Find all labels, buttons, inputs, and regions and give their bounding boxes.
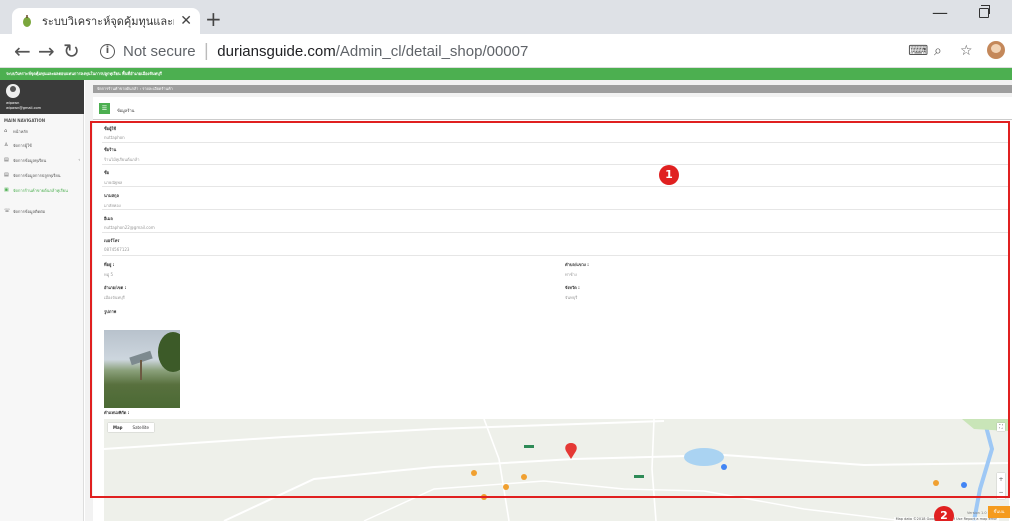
user-avatar-icon xyxy=(6,84,20,98)
browser-tabstrip: ระบบวิเคราะห์จุดคุ้มทุนและผลตอบแทน ✕ + — xyxy=(0,0,1012,34)
forward-icon[interactable]: → xyxy=(38,39,55,63)
app-title: ระบบวิเคราะห์จุดคุ้มทุนและผลตอบแทนการลงท… xyxy=(6,71,162,76)
sidebar-item-label: จัดการข้อมูลติดต่อ xyxy=(13,209,46,214)
durian-favicon-icon xyxy=(23,15,31,27)
nav-title: MAIN NAVIGATION xyxy=(4,118,46,123)
profile-avatar-icon[interactable] xyxy=(987,41,1005,59)
close-tab-icon[interactable]: ✕ xyxy=(180,13,192,29)
restore-window-icon[interactable] xyxy=(979,5,990,18)
zoom-icon[interactable]: ⌕ xyxy=(934,43,942,59)
user-icon: ♙ xyxy=(4,142,9,148)
user-name: wipawn xyxy=(6,101,20,105)
sidebar-item-users[interactable]: ♙ จัดการผู้ใช้ xyxy=(4,142,80,149)
annotation-box-1 xyxy=(90,121,1010,498)
sidebar: wipawn wipawn@gmail.com MAIN NAVIGATION … xyxy=(0,80,84,521)
url-separator: | xyxy=(203,41,210,61)
sidebar-item-label: จัดการข้อมูลทุเรียน xyxy=(13,158,47,163)
sidebar-item-label: หน้าหลัก xyxy=(13,129,29,134)
annotation-badge-1: 1 xyxy=(659,165,679,185)
sidebar-item-durian-data[interactable]: ▤ จัดการข้อมูลทุเรียน ‹ xyxy=(4,157,80,164)
user-email: wipawn@gmail.com xyxy=(6,106,42,110)
sidebar-item-label: จัดการร้านค้าขายต้นกล้าทุเรียน xyxy=(13,188,68,193)
chevron-left-icon: ‹ xyxy=(78,157,80,162)
list-icon: ▤ xyxy=(4,157,9,163)
info-icon[interactable]: i xyxy=(100,43,115,59)
card-title: ข้อมูลร้าน xyxy=(117,108,135,113)
breadcrumb-text: จัดการร้านค้าขายต้นกล้า › รายละเอียดร้าน… xyxy=(97,86,173,91)
translate-icon[interactable]: ⌨ xyxy=(908,43,928,59)
address-bar[interactable]: i Not secure | duriansguide.com /Admin_c… xyxy=(90,38,910,64)
divider xyxy=(93,119,1012,120)
app-header: ระบบวิเคราะห์จุดคุ้มทุนและผลตอบแทนการลงท… xyxy=(0,68,1012,80)
bookmark-star-icon[interactable]: ☆ xyxy=(960,43,973,59)
scroll-top-button[interactable]: ขึ้นบน xyxy=(988,506,1010,518)
sidebar-item-contact[interactable]: ☏ จัดการข้อมูลติดต่อ xyxy=(4,208,80,215)
breadcrumb: จัดการร้านค้าขายต้นกล้า › รายละเอียดร้าน… xyxy=(93,85,1012,93)
sidebar-item-shops[interactable]: ▣ จัดการร้านค้าขายต้นกล้าทุเรียน xyxy=(4,187,80,194)
back-icon[interactable]: ← xyxy=(14,39,31,63)
new-tab-icon[interactable]: + xyxy=(205,7,222,31)
security-indicator: Not secure xyxy=(123,42,196,60)
browser-tab[interactable]: ระบบวิเคราะห์จุดคุ้มทุนและผลตอบแทน ✕ xyxy=(12,8,200,34)
url-path: /Admin_cl/detail_shop/00007 xyxy=(335,42,529,60)
sidebar-item-planting-data[interactable]: ▤ จัดการข้อมูลการปลูกทุเรียน xyxy=(4,172,80,179)
footer-version: Version 1.0 xyxy=(967,511,987,515)
tab-title: ระบบวิเคราะห์จุดคุ้มทุนและผลตอบแทน xyxy=(42,15,174,28)
store-icon: ▣ xyxy=(4,187,9,193)
sidebar-item-label: จัดการผู้ใช้ xyxy=(13,143,32,148)
url-host: duriansguide.com xyxy=(217,42,336,60)
sidebar-item-home[interactable]: ⌂ หน้าหลัก xyxy=(4,128,80,135)
home-icon: ⌂ xyxy=(4,128,8,134)
browser-toolbar: ← → ↻ i Not secure | duriansguide.com /A… xyxy=(0,34,1012,68)
sidebar-item-label: จัดการข้อมูลการปลูกทุเรียน xyxy=(13,173,61,178)
reload-icon[interactable]: ↻ xyxy=(63,39,80,63)
shop-info-icon: ☰ xyxy=(99,103,110,114)
annotation-badge-2: 2 xyxy=(934,506,954,521)
user-panel: wipawn wipawn@gmail.com xyxy=(0,80,84,114)
list-icon: ▤ xyxy=(4,172,9,178)
minimize-icon[interactable]: — xyxy=(932,3,948,22)
contact-icon: ☏ xyxy=(4,208,11,214)
